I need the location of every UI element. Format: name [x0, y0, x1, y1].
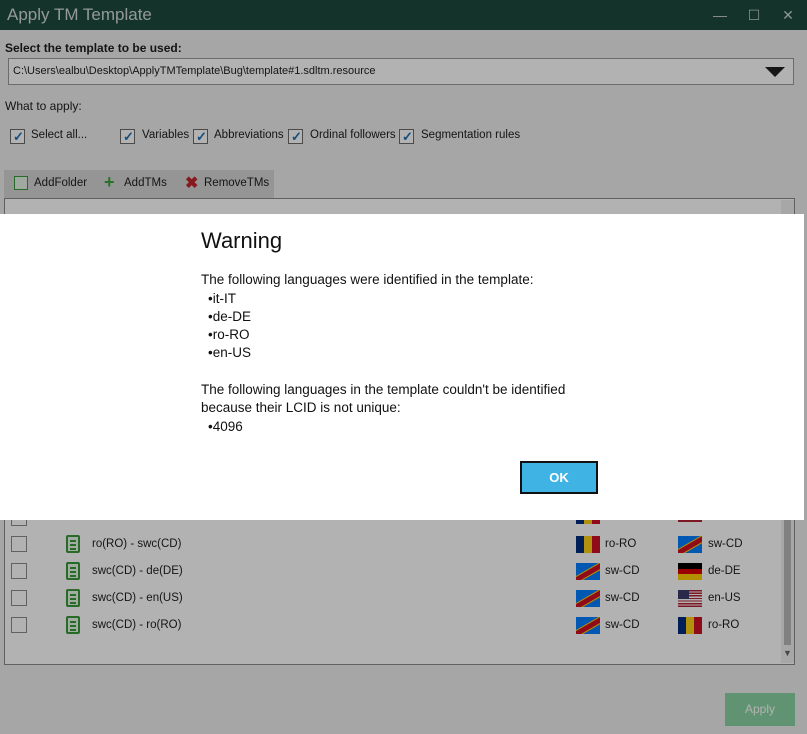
identified-intro: The following languages were identified … — [201, 272, 534, 287]
unidentified-lcid: •4096 — [208, 419, 243, 434]
identified-language: •de-DE — [208, 309, 251, 324]
ok-button[interactable]: OK — [520, 461, 598, 494]
unidentified-intro-line1: The following languages in the template … — [201, 382, 566, 397]
unidentified-intro-line2: because their LCID is not unique: — [201, 400, 401, 415]
warning-dialog: Warning The following languages were ide… — [0, 214, 804, 520]
identified-language: •it-IT — [208, 291, 236, 306]
identified-language: •en-US — [208, 345, 251, 360]
identified-language: •ro-RO — [208, 327, 250, 342]
dialog-heading: Warning — [201, 228, 283, 253]
